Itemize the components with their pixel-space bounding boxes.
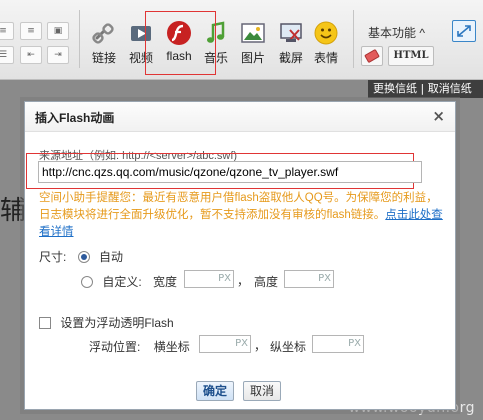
size-row: 尺寸: 自动 (39, 248, 123, 265)
auto-size-radio[interactable] (77, 251, 90, 263)
expand-editor-button[interactable] (452, 20, 476, 42)
custom-size-label: 自定义: (102, 275, 142, 289)
custom-size-row: 自定义: 宽度 (81, 273, 177, 290)
y-coord-input[interactable]: PX (312, 335, 364, 353)
comma-separator: ， (254, 339, 267, 353)
align-left-button[interactable]: ≡ (0, 22, 14, 40)
screenshot-icon (280, 23, 302, 42)
height-label: 高度 (254, 275, 279, 289)
size-label: 尺寸: (39, 250, 67, 264)
align-center-button[interactable]: ≡ (20, 22, 42, 40)
confirm-button[interactable]: 确定 (196, 381, 234, 401)
toolbar-image-button[interactable]: 图片 (233, 20, 273, 66)
y-coord-label: 纵坐标 (270, 340, 307, 354)
toolbar-emoji-button[interactable]: 表情 (306, 20, 346, 66)
float-transparent-label: 设置为浮动透明Flash (60, 316, 174, 330)
toolbar-link-button[interactable]: 链接 (84, 20, 124, 66)
link-icon (92, 23, 114, 44)
x-coord-label: 横坐标 (153, 340, 190, 354)
stationery-bar[interactable]: 更换信纸 | 取消信纸 (368, 80, 483, 98)
security-tip: 空间小助手提醒您：最近有恶意用户借flash盗取他人QQ号。为保障您的利益，日志… (39, 190, 449, 241)
toolbar-link-label: 链接 (91, 51, 116, 65)
insert-flash-dialog: 插入Flash动画 × 来源地址（例如: http://<server>/abc… (24, 101, 456, 410)
float-transparent-checkbox[interactable] (39, 317, 51, 329)
toolbar-emoji-label: 表情 (313, 51, 338, 65)
indent-button[interactable]: ⇤ (20, 46, 42, 64)
image-icon (241, 23, 265, 43)
outdent-button[interactable]: ⇥ (47, 46, 69, 64)
toolbar-screenshot-button[interactable]: 截屏 (271, 20, 311, 66)
custom-size-radio[interactable] (81, 276, 93, 288)
toolbar-divider (79, 10, 80, 68)
dialog-header: 插入Flash动画 × (25, 102, 455, 132)
list-button[interactable]: ☰ (0, 46, 14, 64)
expand-icon (457, 25, 471, 37)
eraser-icon (364, 49, 380, 63)
emoji-icon (314, 21, 338, 45)
security-tip-text: 空间小助手提醒您：最近有恶意用户借flash盗取他人QQ号。为保障您的利益，日志… (39, 192, 438, 221)
html-mode-button[interactable]: HTML (388, 46, 434, 66)
cancel-button[interactable]: 取消 (243, 381, 281, 401)
float-position-row: 浮动位置: 横坐标 (89, 338, 190, 355)
width-input[interactable]: PX (184, 270, 234, 288)
editor-toolbar: ≡ ≡ ▣ ☰ ⇤ ⇥ 链接 视频 flash 音乐 图片 截屏 表情 基本功能… (0, 0, 483, 80)
close-icon[interactable]: × (432, 107, 445, 125)
flash-button-highlight (145, 11, 216, 75)
height-input[interactable]: PX (284, 270, 334, 288)
float-row: 设置为浮动透明Flash (39, 314, 174, 331)
toolbar-screenshot-label: 截屏 (278, 51, 303, 65)
float-position-label: 浮动位置: (89, 340, 141, 354)
background-text: 辅 (0, 196, 27, 226)
dialog-title: 插入Flash动画 (35, 111, 115, 125)
toolbar-divider (353, 10, 354, 68)
width-label: 宽度 (153, 275, 178, 289)
basic-features-toggle[interactable]: 基本功能 ^ (368, 24, 425, 41)
comma-separator: ， (237, 274, 250, 288)
x-coord-input[interactable]: PX (199, 335, 251, 353)
source-url-input[interactable] (38, 161, 422, 183)
clear-format-button[interactable] (361, 46, 383, 66)
insert-image-button[interactable]: ▣ (47, 22, 69, 40)
toolbar-image-label: 图片 (240, 51, 265, 65)
auto-size-label: 自动 (99, 250, 124, 264)
